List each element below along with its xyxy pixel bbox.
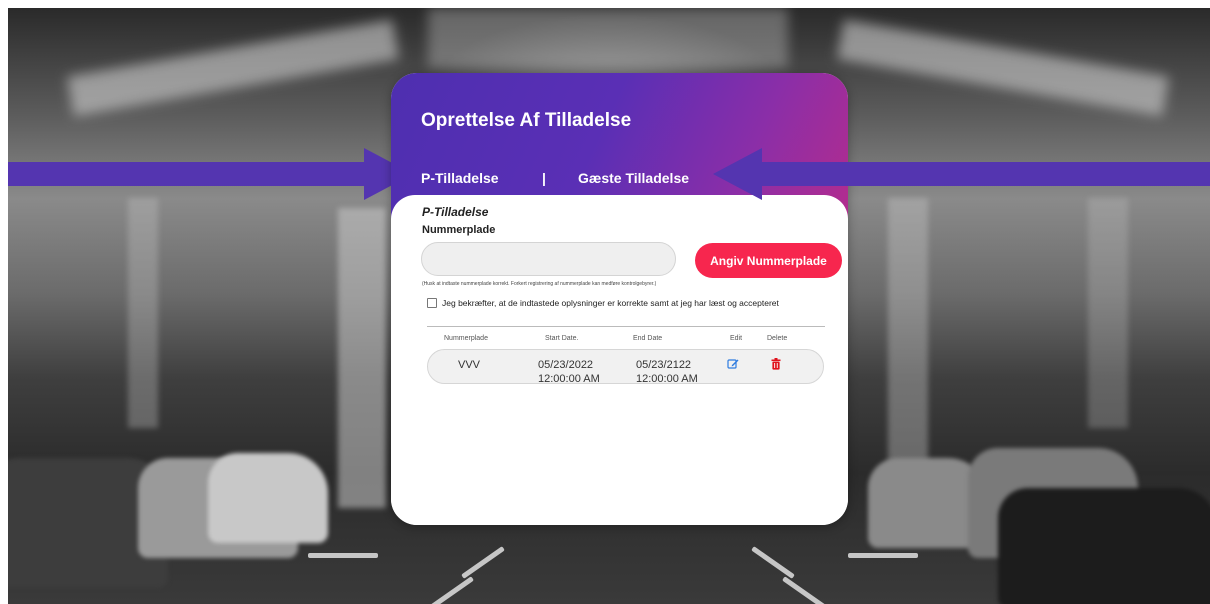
nummerplade-label: Nummerplade xyxy=(422,224,496,236)
card-body: P-Tilladelse Nummerplade Angiv Nummerpla… xyxy=(391,195,848,525)
start-date: 05/23/2022 xyxy=(538,359,594,371)
end-date: 05/23/2122 xyxy=(636,359,692,371)
right-arrow-annotation xyxy=(713,148,1210,200)
confirm-checkbox[interactable] xyxy=(427,298,437,308)
col-header-delete: Delete xyxy=(767,335,788,342)
cell-start-date: 05/23/2022 12:00:00 AM xyxy=(538,358,600,386)
end-time: 12:00:00 AM xyxy=(636,373,698,385)
tab-gaeste-tilladelse[interactable]: Gæste Tilladelse xyxy=(578,170,689,186)
col-header-start-date: Start Date. xyxy=(545,335,579,342)
trash-icon[interactable] xyxy=(771,358,781,370)
angiv-nummerplade-button[interactable]: Angiv Nummerplade xyxy=(695,243,842,278)
confirm-text: Jeg bekræfter, at de indtastede oplysnin… xyxy=(442,298,779,308)
col-header-nummerplade: Nummerplade xyxy=(444,335,488,342)
table-row: VVV 05/23/2022 12:00:00 AM 05/23/2122 12… xyxy=(427,349,824,386)
cell-end-date: 05/23/2122 12:00:00 AM xyxy=(636,358,698,386)
cell-plate: VVV xyxy=(458,359,481,371)
nummerplade-input[interactable] xyxy=(421,242,676,276)
col-header-end-date: End Date xyxy=(633,335,663,342)
tab-p-tilladelse[interactable]: P-Tilladelse xyxy=(421,170,499,186)
col-header-edit: Edit xyxy=(730,335,743,342)
start-time: 12:00:00 AM xyxy=(538,373,600,385)
section-title: P-Tilladelse xyxy=(422,205,489,219)
left-arrow-annotation xyxy=(8,148,413,200)
edit-icon[interactable] xyxy=(727,358,739,370)
permit-card: Oprettelse Af Tilladelse P-Tilladelse | … xyxy=(391,73,848,525)
page-title: Oprettelse Af Tilladelse xyxy=(421,110,632,131)
confirm-row: Jeg bekræfter, at de indtastede oplysnin… xyxy=(427,298,779,308)
plate-hint-text: (Husk at indtaste nummerplade korrekt. F… xyxy=(422,281,657,287)
tab-separator: | xyxy=(542,170,546,186)
table-divider xyxy=(427,326,825,327)
